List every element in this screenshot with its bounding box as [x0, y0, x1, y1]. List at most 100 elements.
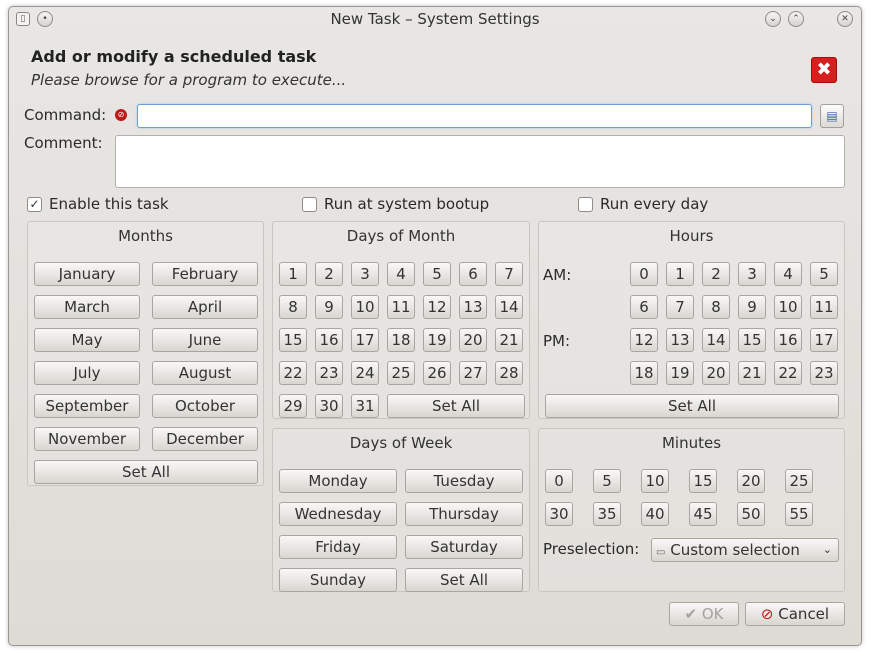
everyday-option[interactable]: Run every day	[578, 195, 708, 213]
day-of-month-button-10[interactable]: 10	[351, 295, 379, 319]
minute-button-40[interactable]: 40	[641, 502, 669, 526]
day-of-month-button-27[interactable]: 27	[459, 361, 487, 385]
day-of-month-button-21[interactable]: 21	[495, 328, 523, 352]
window-menu-icon[interactable]: ▯	[16, 12, 30, 26]
day-of-month-button-22[interactable]: 22	[279, 361, 307, 385]
day-of-month-button-12[interactable]: 12	[423, 295, 451, 319]
weekday-button-sunday[interactable]: Sunday	[279, 568, 397, 592]
day-of-month-button-25[interactable]: 25	[387, 361, 415, 385]
weekday-button-wednesday[interactable]: Wednesday	[279, 502, 397, 526]
month-button-july[interactable]: July	[34, 361, 140, 385]
maximize-button[interactable]: ⌃	[788, 11, 804, 27]
bootup-option[interactable]: Run at system bootup	[302, 195, 489, 213]
hour-button-1[interactable]: 1	[666, 262, 694, 286]
hour-button-15[interactable]: 15	[738, 328, 766, 352]
hour-button-16[interactable]: 16	[774, 328, 802, 352]
everyday-checkbox[interactable]	[578, 196, 593, 212]
month-button-november[interactable]: November	[34, 427, 140, 451]
ok-button[interactable]: ✔ OK	[669, 602, 739, 626]
minute-button-20[interactable]: 20	[737, 469, 765, 493]
day-of-month-button-28[interactable]: 28	[495, 361, 523, 385]
day-of-month-button-11[interactable]: 11	[387, 295, 415, 319]
day-of-month-button-30[interactable]: 30	[315, 394, 343, 418]
day-of-month-button-19[interactable]: 19	[423, 328, 451, 352]
days-of-month-set-all-button[interactable]: Set All	[387, 394, 525, 418]
hour-button-14[interactable]: 14	[702, 328, 730, 352]
hour-button-11[interactable]: 11	[810, 295, 838, 319]
enable-task-checkbox[interactable]: ✓	[27, 196, 42, 212]
minute-button-25[interactable]: 25	[785, 469, 813, 493]
month-button-april[interactable]: April	[152, 295, 258, 319]
minute-button-35[interactable]: 35	[593, 502, 621, 526]
cancel-button[interactable]: ⊘ Cancel	[745, 602, 845, 626]
hour-button-0[interactable]: 0	[630, 262, 658, 286]
weekday-button-saturday[interactable]: Saturday	[405, 535, 523, 559]
hour-button-3[interactable]: 3	[738, 262, 766, 286]
comment-textarea[interactable]	[115, 135, 845, 188]
day-of-month-button-6[interactable]: 6	[459, 262, 487, 286]
day-of-month-button-15[interactable]: 15	[279, 328, 307, 352]
day-of-month-button-29[interactable]: 29	[279, 394, 307, 418]
hour-button-21[interactable]: 21	[738, 361, 766, 385]
hour-button-19[interactable]: 19	[666, 361, 694, 385]
minute-button-15[interactable]: 15	[689, 469, 717, 493]
hour-button-9[interactable]: 9	[738, 295, 766, 319]
minute-button-55[interactable]: 55	[785, 502, 813, 526]
hour-button-8[interactable]: 8	[702, 295, 730, 319]
minute-button-5[interactable]: 5	[593, 469, 621, 493]
minute-button-50[interactable]: 50	[737, 502, 765, 526]
minute-button-45[interactable]: 45	[689, 502, 717, 526]
hour-button-12[interactable]: 12	[630, 328, 658, 352]
month-button-october[interactable]: October	[152, 394, 258, 418]
day-of-month-button-8[interactable]: 8	[279, 295, 307, 319]
browse-button[interactable]: ▤	[820, 104, 844, 128]
day-of-month-button-2[interactable]: 2	[315, 262, 343, 286]
day-of-month-button-1[interactable]: 1	[279, 262, 307, 286]
day-of-month-button-16[interactable]: 16	[315, 328, 343, 352]
day-of-month-button-20[interactable]: 20	[459, 328, 487, 352]
month-button-march[interactable]: March	[34, 295, 140, 319]
hour-button-6[interactable]: 6	[630, 295, 658, 319]
hour-button-10[interactable]: 10	[774, 295, 802, 319]
day-of-month-button-5[interactable]: 5	[423, 262, 451, 286]
month-button-august[interactable]: August	[152, 361, 258, 385]
hour-button-2[interactable]: 2	[702, 262, 730, 286]
hour-button-17[interactable]: 17	[810, 328, 838, 352]
day-of-month-button-9[interactable]: 9	[315, 295, 343, 319]
day-of-month-button-26[interactable]: 26	[423, 361, 451, 385]
day-of-month-button-17[interactable]: 17	[351, 328, 379, 352]
day-of-month-button-3[interactable]: 3	[351, 262, 379, 286]
day-of-month-button-7[interactable]: 7	[495, 262, 523, 286]
day-of-month-button-18[interactable]: 18	[387, 328, 415, 352]
weekday-button-thursday[interactable]: Thursday	[405, 502, 523, 526]
hour-button-5[interactable]: 5	[810, 262, 838, 286]
hour-button-13[interactable]: 13	[666, 328, 694, 352]
hour-button-7[interactable]: 7	[666, 295, 694, 319]
month-button-january[interactable]: January	[34, 262, 140, 286]
pin-icon[interactable]: •	[37, 11, 53, 27]
command-input[interactable]	[137, 104, 812, 128]
minimize-button[interactable]: ⌄	[765, 11, 781, 27]
days-of-week-set-all-button[interactable]: Set All	[405, 568, 523, 592]
day-of-month-button-24[interactable]: 24	[351, 361, 379, 385]
day-of-month-button-23[interactable]: 23	[315, 361, 343, 385]
day-of-month-button-31[interactable]: 31	[351, 394, 379, 418]
month-button-february[interactable]: February	[152, 262, 258, 286]
month-button-may[interactable]: May	[34, 328, 140, 352]
close-window-button[interactable]: ✕	[837, 11, 853, 27]
hour-button-18[interactable]: 18	[630, 361, 658, 385]
weekday-button-monday[interactable]: Monday	[279, 469, 397, 493]
day-of-month-button-4[interactable]: 4	[387, 262, 415, 286]
hour-button-22[interactable]: 22	[774, 361, 802, 385]
weekday-button-friday[interactable]: Friday	[279, 535, 397, 559]
hour-button-23[interactable]: 23	[810, 361, 838, 385]
months-set-all-button[interactable]: Set All	[34, 460, 258, 484]
minute-button-30[interactable]: 30	[545, 502, 573, 526]
preselection-select[interactable]: ▭ Custom selection ⌄	[651, 538, 839, 562]
weekday-button-tuesday[interactable]: Tuesday	[405, 469, 523, 493]
minute-button-0[interactable]: 0	[545, 469, 573, 493]
day-of-month-button-14[interactable]: 14	[495, 295, 523, 319]
month-button-september[interactable]: September	[34, 394, 140, 418]
day-of-month-button-13[interactable]: 13	[459, 295, 487, 319]
minute-button-10[interactable]: 10	[641, 469, 669, 493]
